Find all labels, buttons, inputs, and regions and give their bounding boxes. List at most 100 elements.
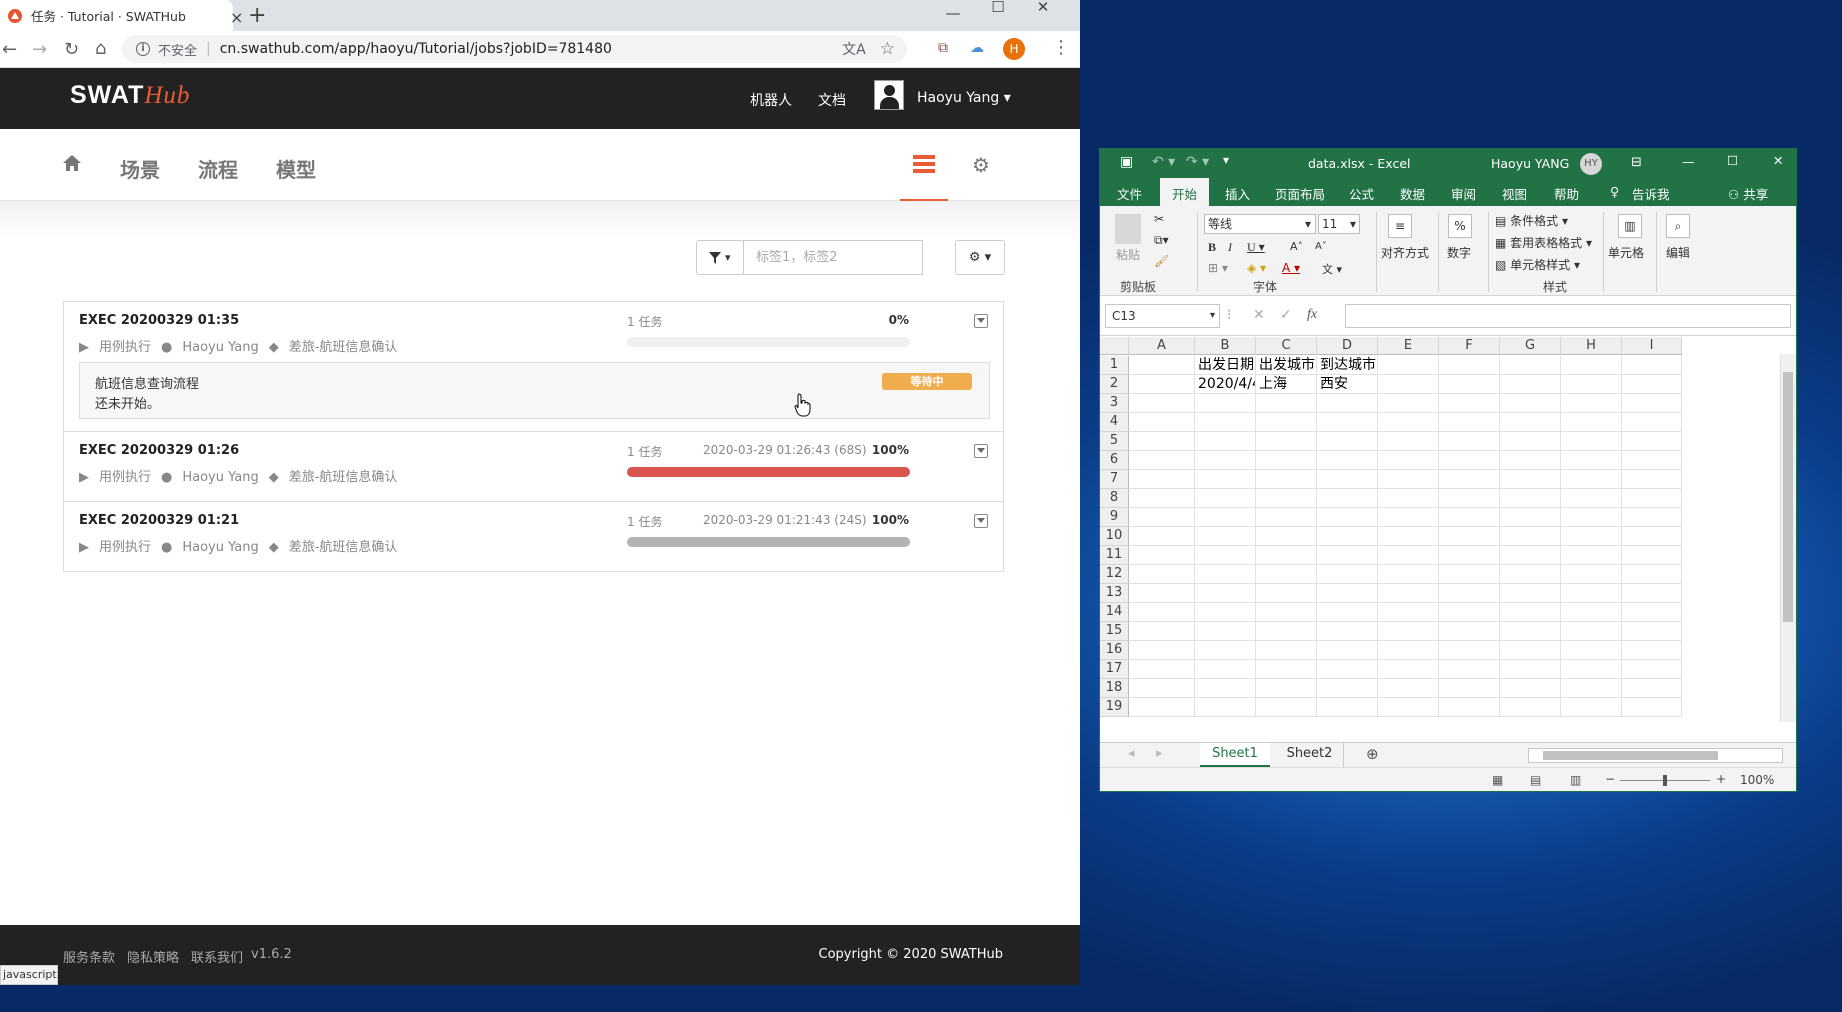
- cell-A7[interactable]: [1129, 470, 1195, 489]
- cell-F12[interactable]: [1439, 565, 1500, 584]
- cell-G6[interactable]: [1500, 451, 1561, 470]
- reload-icon[interactable]: ↻: [64, 39, 79, 60]
- cell-E7[interactable]: [1378, 470, 1439, 489]
- cell-C11[interactable]: [1256, 546, 1317, 565]
- tab-file[interactable]: 文件: [1117, 184, 1142, 203]
- cell-A8[interactable]: [1129, 489, 1195, 508]
- tab-insert[interactable]: 插入: [1225, 184, 1250, 203]
- cell-C12[interactable]: [1256, 565, 1317, 584]
- cell-A14[interactable]: [1129, 603, 1195, 622]
- cell-H7[interactable]: [1561, 470, 1622, 489]
- cell-F7[interactable]: [1439, 470, 1500, 489]
- italic-button[interactable]: I: [1228, 240, 1232, 255]
- cell-F5[interactable]: [1439, 432, 1500, 451]
- sheet-tab-sheet1[interactable]: Sheet1: [1200, 743, 1270, 767]
- excel-user-name[interactable]: Haoyu YANG: [1491, 156, 1569, 171]
- cells-icon[interactable]: ▥: [1618, 214, 1642, 238]
- minimize-icon[interactable]: —: [930, 6, 976, 21]
- cell-I16[interactable]: [1622, 641, 1682, 660]
- cell-G8[interactable]: [1500, 489, 1561, 508]
- column-header[interactable]: I: [1622, 337, 1682, 355]
- cell-G11[interactable]: [1500, 546, 1561, 565]
- cell-G13[interactable]: [1500, 584, 1561, 603]
- share-button[interactable]: ⚇ 共享: [1728, 184, 1768, 203]
- profile-avatar[interactable]: H: [1003, 38, 1025, 60]
- chrome-menu-icon[interactable]: ⋮: [1052, 37, 1070, 58]
- find-icon[interactable]: ⌕: [1666, 214, 1690, 238]
- row-header[interactable]: 18: [1100, 679, 1129, 698]
- cell-G5[interactable]: [1500, 432, 1561, 451]
- nav-scenarios[interactable]: 场景: [120, 154, 160, 183]
- cell-D13[interactable]: [1317, 584, 1378, 603]
- cell-D15[interactable]: [1317, 622, 1378, 641]
- cell-D2[interactable]: 西安: [1317, 375, 1378, 394]
- font-color-icon[interactable]: A ▾: [1282, 261, 1300, 275]
- cell-G14[interactable]: [1500, 603, 1561, 622]
- enter-icon[interactable]: ✓: [1280, 307, 1292, 323]
- font-size-select[interactable]: 11 ▾: [1318, 214, 1360, 234]
- cell-E2[interactable]: [1378, 375, 1439, 394]
- cell-H1[interactable]: [1561, 356, 1622, 375]
- browser-tab[interactable]: 任务 · Tutorial · SWATHub ×: [0, 0, 243, 31]
- zoom-in-icon[interactable]: +: [1716, 772, 1726, 786]
- star-icon[interactable]: ☆: [880, 39, 895, 59]
- cell-H3[interactable]: [1561, 394, 1622, 413]
- cell-H17[interactable]: [1561, 660, 1622, 679]
- cell-B16[interactable]: [1195, 641, 1256, 660]
- cell-C14[interactable]: [1256, 603, 1317, 622]
- cell-D17[interactable]: [1317, 660, 1378, 679]
- cell-B5[interactable]: [1195, 432, 1256, 451]
- cell-A16[interactable]: [1129, 641, 1195, 660]
- number-button[interactable]: 数字: [1447, 244, 1471, 261]
- pdf-extension-icon[interactable]: ⧉: [938, 40, 948, 56]
- cell-I2[interactable]: [1622, 375, 1682, 394]
- vertical-scrollbar[interactable]: [1780, 354, 1796, 722]
- cell-C18[interactable]: [1256, 679, 1317, 698]
- cell-I18[interactable]: [1622, 679, 1682, 698]
- job-tag[interactable]: 差旅-航班信息确认: [289, 470, 398, 485]
- cell-B13[interactable]: [1195, 584, 1256, 603]
- nav-robots[interactable]: 机器人: [750, 90, 792, 110]
- filter-button[interactable]: ▾: [696, 240, 744, 275]
- cell-E3[interactable]: [1378, 394, 1439, 413]
- cell-I6[interactable]: [1622, 451, 1682, 470]
- format-as-table-button[interactable]: ▦ 套用表格格式 ▾: [1495, 234, 1592, 251]
- cell-C7[interactable]: [1256, 470, 1317, 489]
- cell-A13[interactable]: [1129, 584, 1195, 603]
- cell-F9[interactable]: [1439, 508, 1500, 527]
- cell-E15[interactable]: [1378, 622, 1439, 641]
- cell-E4[interactable]: [1378, 413, 1439, 432]
- cell-E8[interactable]: [1378, 489, 1439, 508]
- cell-D9[interactable]: [1317, 508, 1378, 527]
- cell-B2[interactable]: 2020/4/4: [1195, 375, 1256, 394]
- cell-H12[interactable]: [1561, 565, 1622, 584]
- row-header[interactable]: 16: [1100, 641, 1129, 660]
- cell-C10[interactable]: [1256, 527, 1317, 546]
- cell-G7[interactable]: [1500, 470, 1561, 489]
- row-header[interactable]: 9: [1100, 508, 1129, 527]
- cell-E6[interactable]: [1378, 451, 1439, 470]
- insert-function-icon[interactable]: fx: [1307, 307, 1317, 323]
- cell-E5[interactable]: [1378, 432, 1439, 451]
- formula-input[interactable]: [1345, 304, 1791, 328]
- cell-I12[interactable]: [1622, 565, 1682, 584]
- cell-D18[interactable]: [1317, 679, 1378, 698]
- cell-G1[interactable]: [1500, 356, 1561, 375]
- paste-icon[interactable]: [1115, 214, 1141, 244]
- cell-G17[interactable]: [1500, 660, 1561, 679]
- job-row[interactable]: EXEC 20200329 01:35 ▶ 用例执行 ● Haoyu Yang ◆ 差旅-航…: [64, 302, 1003, 431]
- cell-F1[interactable]: [1439, 356, 1500, 375]
- cell-G3[interactable]: [1500, 394, 1561, 413]
- cell-D6[interactable]: [1317, 451, 1378, 470]
- job-row[interactable]: EXEC 20200329 01:26 ▶ 用例执行 ● Haoyu Yang ◆ 差旅-航…: [64, 431, 1003, 501]
- job-title[interactable]: EXEC 20200329 01:21: [79, 513, 239, 528]
- jobs-list-icon[interactable]: [913, 155, 935, 173]
- nav-flows[interactable]: 流程: [198, 154, 238, 183]
- percent-icon[interactable]: %: [1448, 214, 1472, 238]
- paste-label[interactable]: 粘贴: [1116, 246, 1140, 263]
- cell-E13[interactable]: [1378, 584, 1439, 603]
- excel-minimize-icon[interactable]: —: [1682, 154, 1695, 169]
- cell-F3[interactable]: [1439, 394, 1500, 413]
- cell-C13[interactable]: [1256, 584, 1317, 603]
- nav-docs[interactable]: 文档: [818, 90, 846, 110]
